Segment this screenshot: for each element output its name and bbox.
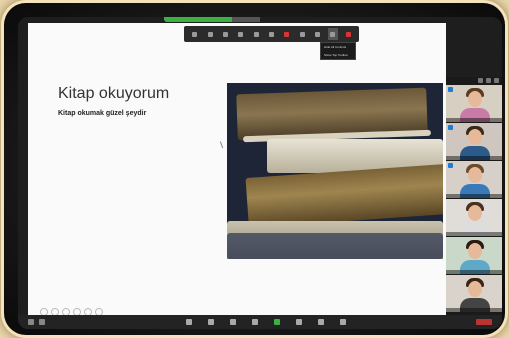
- record-control[interactable]: [288, 319, 310, 325]
- ellipsis-icon: [330, 31, 336, 37]
- participant-tile[interactable]: [446, 199, 502, 236]
- poll-icon: [252, 319, 258, 325]
- stop-icon: [345, 31, 351, 37]
- smile-icon: [340, 319, 346, 325]
- participant-name: [446, 194, 502, 198]
- avatar: [468, 91, 482, 107]
- grid-icon: [318, 319, 324, 325]
- reactions-control[interactable]: [332, 319, 354, 325]
- avatar: [468, 243, 482, 259]
- end-button[interactable]: [343, 28, 353, 40]
- host-badge-icon: [448, 163, 453, 168]
- video-button[interactable]: [205, 28, 215, 40]
- slide-title: Kitap okuyorum: [58, 85, 170, 102]
- participant-tile[interactable]: [446, 275, 502, 312]
- close-icon[interactable]: [494, 78, 499, 83]
- security-control[interactable]: [200, 319, 222, 325]
- microphone-icon: [192, 31, 198, 37]
- share-icon: [274, 319, 280, 325]
- participant-tile[interactable]: [446, 237, 502, 274]
- host-badge-icon: [448, 87, 453, 92]
- book-bottom-cover: [227, 233, 443, 259]
- minimize-icon[interactable]: [486, 78, 491, 83]
- people-icon: [238, 31, 244, 37]
- pen-icon: [299, 31, 305, 37]
- share-screen-control[interactable]: [266, 319, 288, 325]
- menu-item-hide-controls[interactable]: Hide All Controls: [321, 43, 355, 51]
- participant-name: [446, 156, 502, 160]
- new-share-button[interactable]: [266, 28, 276, 40]
- participants-panel: [446, 77, 502, 315]
- shared-slide: Kitap okuyorum Kitap okumak güzel şeydir: [28, 23, 446, 316]
- annotate-button[interactable]: [297, 28, 307, 40]
- screen-share-indicator: [164, 17, 260, 22]
- participant-tile[interactable]: [446, 123, 502, 160]
- remote-control-button[interactable]: [313, 28, 323, 40]
- bottom-controls: [18, 315, 502, 329]
- more-dropdown: Hide All Controls Show Top Toolbar: [320, 42, 356, 60]
- avatar: [468, 205, 482, 221]
- record-icon: [284, 31, 290, 37]
- camera-icon: [207, 31, 213, 37]
- security-button[interactable]: [220, 28, 230, 40]
- chat-icon: [230, 319, 236, 325]
- camera-icon[interactable]: [39, 319, 45, 325]
- photo-frame: Kitap okuyorum Kitap okumak güzel şeydir: [4, 3, 505, 335]
- more-button[interactable]: [327, 28, 338, 40]
- avatar: [468, 167, 482, 183]
- monitor-screen: Kitap okuyorum Kitap okumak güzel şeydir: [18, 17, 502, 329]
- avatar: [468, 281, 482, 297]
- record-button[interactable]: [282, 28, 292, 40]
- participants-control[interactable]: [178, 319, 200, 325]
- participant-tile[interactable]: [446, 161, 502, 198]
- shield-icon: [208, 319, 214, 325]
- host-badge-icon: [448, 125, 453, 130]
- participant-name: [446, 118, 502, 122]
- end-meeting-button[interactable]: [476, 319, 492, 325]
- participant-name: [446, 270, 502, 274]
- chat-icon: [253, 31, 259, 37]
- slide-subtitle: Kitap okumak güzel şeydir: [58, 110, 147, 117]
- mute-button[interactable]: [190, 28, 200, 40]
- book-middle: [245, 164, 443, 228]
- poll-control[interactable]: [244, 319, 266, 325]
- participant-name: [446, 308, 502, 312]
- people-icon: [186, 319, 192, 325]
- avatar: [468, 129, 482, 145]
- stop-share-button[interactable]: [232, 17, 260, 22]
- participant-tile[interactable]: [446, 85, 502, 122]
- mouse-icon: [315, 31, 321, 37]
- meeting-toolbar: [184, 26, 359, 42]
- chat-button[interactable]: [251, 28, 261, 40]
- menu-item-show-toolbar[interactable]: Show Top Toolbar: [321, 51, 355, 59]
- view-icon[interactable]: [478, 78, 483, 83]
- breakout-control[interactable]: [310, 319, 332, 325]
- shield-icon: [222, 31, 228, 37]
- participant-name: [446, 232, 502, 236]
- audio-controls: [28, 319, 178, 325]
- chat-control[interactable]: [222, 319, 244, 325]
- participants-button[interactable]: [236, 28, 246, 40]
- record-icon: [296, 319, 302, 325]
- books-image: [227, 83, 443, 259]
- cursor-icon: [219, 140, 226, 149]
- microphone-icon[interactable]: [28, 319, 34, 325]
- share-icon: [268, 31, 274, 37]
- panel-header: [446, 77, 502, 85]
